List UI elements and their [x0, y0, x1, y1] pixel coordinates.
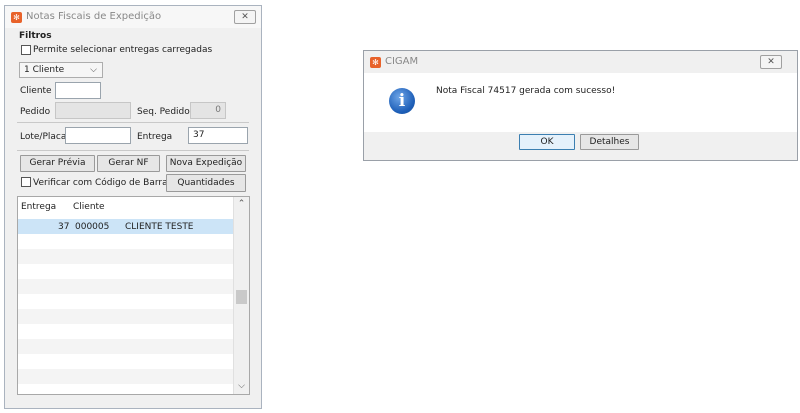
- app-logo-icon: ✻: [370, 57, 381, 68]
- dialog-close-button[interactable]: ✕: [760, 55, 782, 69]
- actions-separator: [17, 150, 249, 151]
- cliente-input[interactable]: [55, 82, 101, 99]
- main-titlebar: ✻ Notas Fiscais de Expedição ✕: [5, 6, 261, 28]
- cell-cliente-nome: CLIENTE TESTE: [125, 222, 194, 232]
- empty-row: [18, 309, 234, 324]
- empty-row: [18, 324, 234, 339]
- dialog-message: Nota Fiscal 74517 gerada com sucesso!: [436, 86, 616, 96]
- empty-row: [18, 294, 234, 309]
- client-scope-select[interactable]: 1 Cliente ⌵: [19, 62, 103, 78]
- details-button[interactable]: Detalhes: [580, 134, 639, 150]
- cliente-label: Cliente: [20, 86, 52, 96]
- message-dialog: ✻ CIGAM ✕ i Nota Fiscal 74517 gerada com…: [363, 50, 798, 161]
- table-row[interactable]: 37 000005 CLIENTE TESTE: [18, 219, 234, 234]
- scroll-down-icon[interactable]: ⌵: [234, 381, 249, 391]
- empty-row: [18, 279, 234, 294]
- empty-row: [18, 354, 234, 369]
- grid-scrollbar[interactable]: ⌃ ⌵: [233, 197, 249, 394]
- scroll-up-icon[interactable]: ⌃: [234, 199, 249, 209]
- info-icon: i: [389, 88, 415, 114]
- empty-row: [18, 249, 234, 264]
- entrega-label: Entrega: [137, 132, 173, 142]
- app-logo-icon: ✻: [11, 12, 22, 23]
- dialog-titlebar: ✻ CIGAM ✕: [364, 51, 797, 73]
- empty-row: [18, 264, 234, 279]
- pedido-input[interactable]: [55, 102, 131, 119]
- seq-pedido-label: Seq. Pedido: [137, 107, 190, 117]
- empty-row: [18, 234, 234, 249]
- empty-row: [18, 369, 234, 384]
- cell-entrega: 37: [58, 222, 70, 232]
- dialog-title: CIGAM: [385, 56, 419, 67]
- gerar-previa-button[interactable]: Gerar Prévia: [20, 155, 95, 172]
- ok-button[interactable]: OK: [519, 134, 575, 150]
- verify-barcode-label: Verificar com Código de Barras: [33, 178, 173, 188]
- seq-pedido-input[interactable]: 0: [190, 102, 226, 119]
- column-header-entrega[interactable]: Entrega: [21, 202, 56, 212]
- quantidades-button[interactable]: Quantidades: [166, 174, 246, 192]
- empty-row: [18, 339, 234, 354]
- chevron-down-icon: ⌵: [90, 65, 97, 75]
- verify-barcode-checkbox[interactable]: [21, 177, 31, 187]
- close-button[interactable]: ✕: [234, 10, 256, 24]
- pedido-label: Pedido: [20, 107, 51, 117]
- client-scope-value: 1 Cliente: [24, 65, 65, 75]
- entrega-input[interactable]: 37: [188, 127, 248, 144]
- column-header-cliente[interactable]: Cliente: [73, 202, 105, 212]
- grid-header: Entrega Cliente: [18, 199, 234, 214]
- deliveries-grid[interactable]: Entrega Cliente 37 000005 CLIENTE TESTE …: [17, 196, 250, 395]
- main-window-title: Notas Fiscais de Expedição: [26, 11, 162, 22]
- nova-expedicao-button[interactable]: Nova Expedição: [166, 155, 246, 172]
- main-window: ✻ Notas Fiscais de Expedição ✕ Filtros P…: [4, 5, 262, 409]
- allow-loaded-label: Permite selecionar entregas carregadas: [33, 45, 213, 55]
- allow-loaded-checkbox[interactable]: [21, 45, 31, 55]
- scroll-thumb[interactable]: [236, 290, 247, 304]
- gerar-nf-button[interactable]: Gerar NF: [97, 155, 160, 172]
- filters-separator: [17, 122, 249, 123]
- filters-label: Filtros: [19, 31, 52, 41]
- cell-cliente-codigo: 000005: [75, 222, 110, 232]
- lote-input[interactable]: [65, 127, 131, 144]
- lote-label: Lote/Placa: [20, 132, 67, 142]
